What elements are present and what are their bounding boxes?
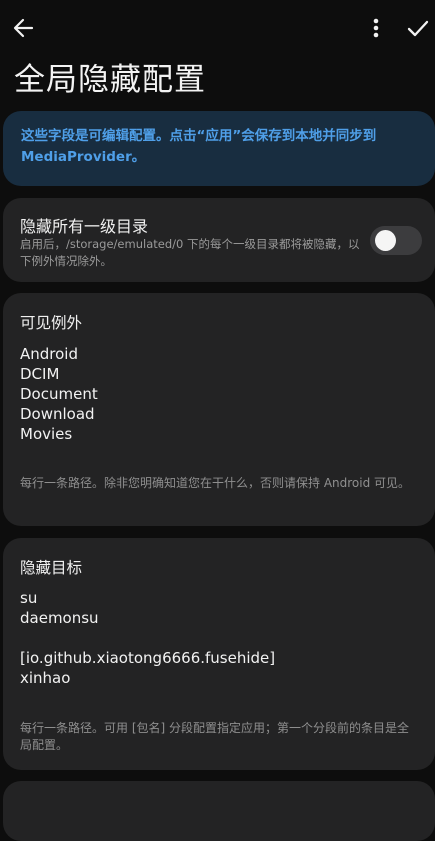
hidden-target-line: [io.github.xiaotong6666.fusehide] [20, 649, 276, 667]
visible-exception-line: DCIM [20, 365, 60, 383]
top-app-bar [0, 0, 435, 56]
page-title: 全局隐藏配置 [14, 62, 206, 98]
back-button[interactable] [10, 14, 38, 42]
hidden-targets-input[interactable]: su daemonsu [io.github.xiaotong6666.fuse… [20, 588, 275, 688]
visible-exception-line: Android [20, 345, 78, 363]
next-card-partial [3, 781, 435, 841]
switch-knob [375, 230, 396, 251]
visible-exception-line: Download [20, 405, 95, 423]
apply-button[interactable] [404, 14, 432, 42]
hidden-targets-label: 隐藏目标 [20, 559, 83, 577]
hidden-target-line [20, 628, 275, 648]
info-banner-text-line1: 这些字段是可编辑配置。点击“应用”会保存到本地并同步到 [21, 128, 377, 144]
hidden-targets-hint: 每行一条路径。可用 [包名] 分段配置指定应用；第一个分段前的条目是全局配置。 [20, 721, 409, 752]
more-options-button[interactable] [364, 14, 388, 42]
hidden-target-line: daemonsu [20, 609, 99, 627]
hide-all-description: 启用后，/storage/emulated/0 下的每个一级目录都将被隐藏，以下… [20, 237, 360, 268]
visible-exceptions-input[interactable]: Android DCIM Document Download Movies [20, 344, 98, 444]
hidden-target-line: xinhao [20, 669, 71, 687]
info-banner: 这些字段是可编辑配置。点击“应用”会保存到本地并同步到 MediaProvide… [3, 111, 435, 186]
hidden-targets-card: 隐藏目标 su daemonsu [io.github.xiaotong6666… [3, 538, 435, 770]
visible-exceptions-hint: 每行一条路径。除非您明确知道您在干什么，否则请保持 Android 可见。 [20, 476, 411, 490]
visible-exceptions-card: 可见例外 Android DCIM Document Download Movi… [3, 293, 435, 526]
visible-exception-line: Document [20, 385, 98, 403]
hidden-target-line: su [20, 589, 38, 607]
hide-all-label: 隐藏所有一级目录 [20, 217, 149, 236]
visible-exceptions-label: 可见例外 [20, 314, 83, 332]
info-banner-text-line2: MediaProvider。 [21, 149, 146, 165]
arrow-left-icon [13, 18, 34, 38]
hide-all-switch[interactable] [370, 226, 422, 255]
more-vert-icon [373, 18, 379, 38]
check-icon [407, 20, 429, 37]
visible-exception-line: Movies [20, 425, 73, 443]
